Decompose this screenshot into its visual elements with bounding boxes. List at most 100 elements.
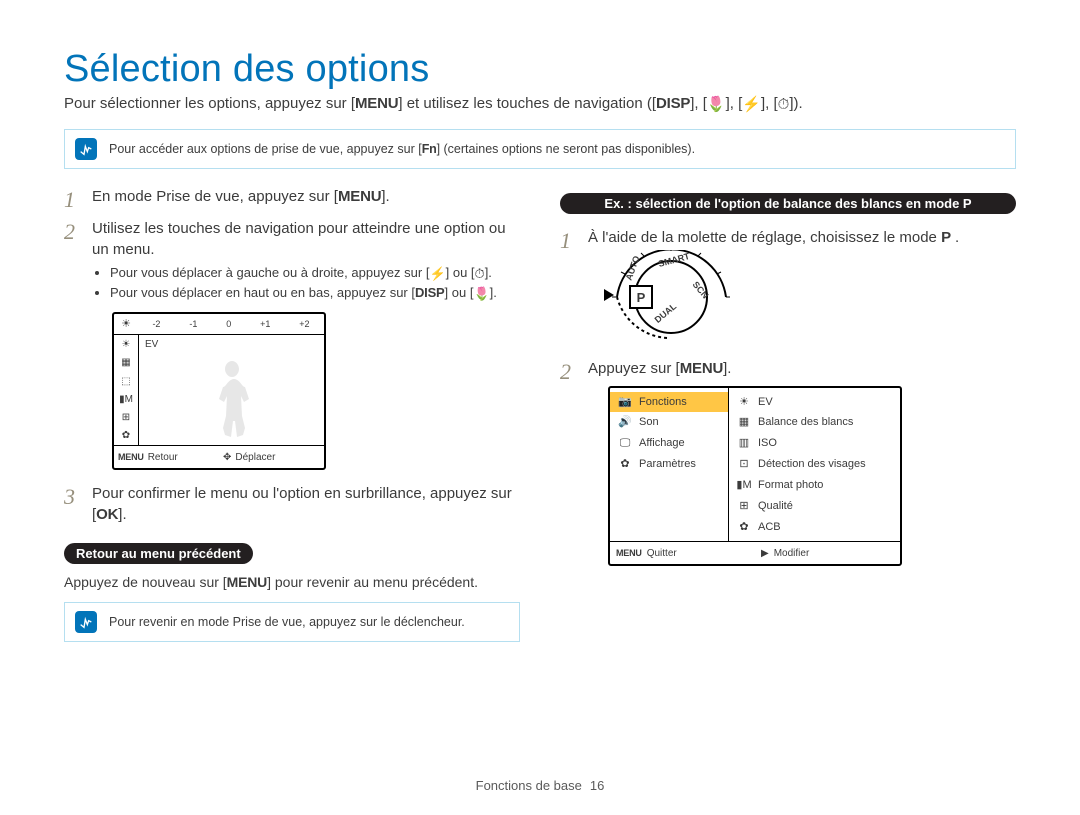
t: ACB: [758, 520, 781, 535]
dial-mode-p: P: [629, 285, 653, 309]
iso-icon: ▥: [737, 436, 751, 451]
face-icon: ⊡: [737, 457, 751, 472]
disp-key: DISP: [656, 95, 690, 112]
t: ].: [490, 285, 497, 300]
t: ], [: [761, 95, 778, 112]
ev-icon: ☀: [737, 395, 751, 410]
flash-icon: ⚡: [429, 265, 445, 283]
t: Format photo: [758, 478, 823, 493]
quality-icon: ⊞: [737, 499, 751, 514]
wb-icon: ▦: [737, 415, 751, 430]
macro-icon: 🌷: [707, 95, 726, 113]
page-number: 16: [590, 778, 604, 793]
camera-screen-ev: ☀ -2 -1 0 +1 +2 ☀ ▦ ⬚: [112, 312, 326, 470]
subject-silhouette-icon: [208, 355, 256, 445]
tab-fonctions: 📷Fonctions: [610, 392, 728, 413]
iso-row-icon: ⬚: [121, 375, 130, 389]
sound-icon: 🔊: [618, 415, 632, 430]
step-2: Utilisez les touches de navigation pour …: [64, 219, 520, 470]
footer-label: Fonctions de base: [476, 778, 582, 793]
example-pill: Ex. : sélection de l'option de balance d…: [560, 193, 1016, 214]
t: Balance des blancs: [758, 415, 853, 430]
t: EV: [758, 395, 773, 410]
t: Pour revenir en mode Prise de vue, appuy…: [109, 615, 465, 629]
item-acb: ✿ ACB: [729, 517, 900, 538]
t: ], [: [726, 95, 743, 112]
camera-screen-menu: 📷Fonctions 🔊 Son 🖵 Affichage ✿Paramètres ☀…: [608, 386, 902, 567]
menu-tabs: 📷Fonctions 🔊 Son 🖵 Affichage ✿Paramètres: [610, 388, 729, 542]
bullet-lr: Pour vous déplacer à gauche ou à droite,…: [110, 264, 520, 282]
t: .: [951, 229, 959, 246]
t: ]).: [789, 95, 802, 112]
disp-key: DISP: [415, 285, 445, 300]
t: Pour vous déplacer à gauche ou à droite,…: [110, 265, 429, 280]
t: Appuyez sur [: [588, 360, 680, 377]
intro-text: Pour sélectionner les options, appuyez s…: [64, 95, 355, 112]
macro-icon: 🌷: [473, 285, 489, 303]
nav-icon: ✥: [223, 451, 231, 465]
bullet-ud: Pour vous déplacer en haut ou en bas, ap…: [110, 284, 520, 302]
size-icon: ▮M: [737, 478, 751, 493]
ex-step-1: À l'aide de la molette de réglage, chois…: [560, 228, 1016, 345]
acb-icon: ✿: [737, 520, 751, 535]
t: Pour vous déplacer en haut ou en bas, ap…: [110, 285, 415, 300]
flash-icon: ⚡: [742, 95, 761, 113]
back-label: Retour: [148, 451, 178, 465]
t: Son: [639, 415, 659, 430]
ev-label: EV: [145, 338, 158, 352]
move-label: Déplacer: [235, 451, 275, 465]
item-wb: ▦ Balance des blancs: [729, 412, 900, 433]
quit-label: Quitter: [647, 547, 677, 561]
info-box-fn: Pour accéder aux options de prise de vue…: [64, 129, 1016, 169]
t: ].: [118, 506, 126, 523]
t: Pour accéder aux options de prise de vue…: [109, 142, 422, 156]
t: -2: [152, 318, 160, 330]
info-box-shutter: Pour revenir en mode Prise de vue, appuy…: [64, 602, 520, 642]
tab-son: 🔊 Son: [610, 412, 728, 433]
t: En mode Prise de vue, appuyez sur [: [92, 188, 338, 205]
t: ] ou [: [446, 265, 475, 280]
t: ], [: [690, 95, 707, 112]
note-icon: [75, 611, 97, 633]
menu-key: MENU: [227, 574, 267, 590]
t: ] (certaines options ne seront pas dispo…: [437, 142, 695, 156]
t: Affichage: [639, 436, 685, 451]
preview-area: EV: [139, 335, 324, 445]
item-ev: ☀ EV: [729, 392, 900, 413]
modify-label: Modifier: [774, 547, 810, 561]
display-icon: 🖵: [618, 436, 632, 451]
page-footer: Fonctions de base 16: [0, 778, 1080, 793]
ev-icon: ☀: [114, 317, 138, 332]
camera-icon: 📷: [618, 395, 632, 410]
gear-icon: ✿: [618, 457, 632, 472]
ok-key: OK: [96, 506, 118, 523]
t: Appuyez de nouveau sur [: [64, 574, 227, 590]
menu-key: MENU: [616, 547, 642, 559]
menu-items: ☀ EV ▦ Balance des blancs ▥ ISO ⊡ Détection …: [729, 388, 900, 542]
tab-parametres: ✿Paramètres: [610, 454, 728, 475]
item-face: ⊡ Détection des visages: [729, 454, 900, 475]
t: 0: [226, 318, 231, 330]
menu-key: MENU: [680, 360, 723, 377]
step-1: En mode Prise de vue, appuyez sur [MENU]…: [64, 187, 520, 207]
left-column: En mode Prise de vue, appuyez sur [ MENU]…: [64, 187, 520, 660]
t: Détection des visages: [758, 457, 866, 472]
t: ] ou [: [445, 285, 474, 300]
item-iso: ▥ ISO: [729, 433, 900, 454]
t: Qualité: [758, 499, 793, 514]
t: -1: [189, 318, 197, 330]
t: ISO: [758, 436, 777, 451]
t: ].: [723, 360, 731, 377]
subsection-pill-retour: Retour au menu précédent: [64, 543, 253, 564]
wb-row-icon: ▦: [121, 356, 130, 370]
ev-scale: -2 -1 0 +1 +2: [138, 318, 324, 330]
tab-affichage: 🖵 Affichage: [610, 433, 728, 454]
timer-icon: ⏱: [778, 96, 790, 113]
menu-key: MENU: [355, 95, 398, 112]
t: ].: [381, 188, 389, 205]
arrow-right-icon: ▶: [761, 547, 769, 561]
acb-row-icon: ✿: [122, 429, 130, 443]
item-quality: ⊞ Qualité: [729, 496, 900, 517]
retour-note: Appuyez de nouveau sur [MENU] pour reven…: [64, 574, 520, 590]
menu-key: MENU: [118, 451, 144, 463]
